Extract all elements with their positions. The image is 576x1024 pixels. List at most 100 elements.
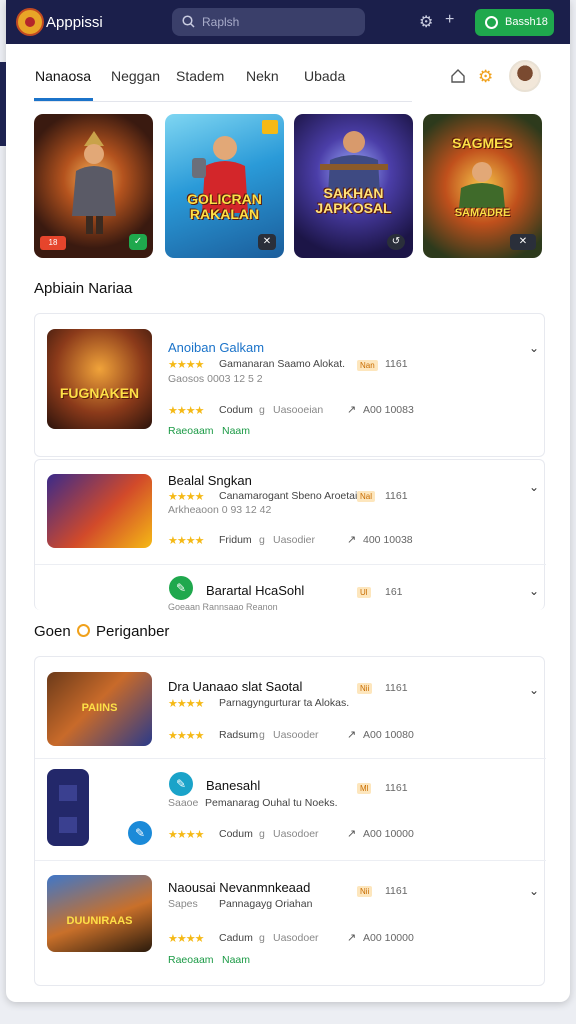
search-input[interactable]: Raplsh: [172, 8, 365, 36]
section-title-part-b: Periganber: [96, 623, 170, 640]
grid-icon: [59, 817, 77, 833]
chevron-down-icon[interactable]: ⌄: [529, 884, 539, 898]
divider: [35, 758, 546, 759]
share-count: 400 10038: [363, 534, 413, 546]
active-tab-indicator: [34, 98, 93, 101]
top-bar: Apppissi Raplsh ⚙ + Bassh18: [6, 0, 570, 44]
tool-icon: ✕: [258, 234, 276, 250]
app-thumbnail[interactable]: PAIINS: [47, 672, 152, 746]
grid-icon: [59, 785, 77, 801]
marker-g: g: [259, 828, 265, 840]
count-value: 1161: [385, 490, 408, 502]
chevron-down-icon[interactable]: ⌄: [529, 341, 539, 355]
star-rating: ★★★★: [168, 933, 204, 945]
count-value: 1161: [385, 682, 408, 694]
tab-1[interactable]: Nanaosa: [35, 68, 91, 84]
thumbnail-title: DUUNIRAAS: [66, 915, 133, 927]
add-icon[interactable]: +: [445, 11, 454, 29]
rating-label: Codum: [219, 828, 253, 840]
app-subtext: Arkheaoon 0 93 12 42: [168, 504, 272, 516]
list-panel-2: Bealal Sngkan ⌄ ★★★★ Canamarogant Sbeno …: [34, 459, 546, 612]
category-label: Uasooder: [273, 729, 319, 741]
age-badge: 18: [40, 236, 66, 250]
chevron-down-icon[interactable]: ⌄: [529, 683, 539, 697]
app-title[interactable]: Naousai Nevanmnkeaad: [168, 880, 310, 895]
hero-figure: [72, 131, 116, 234]
tag-badge: Ul: [357, 587, 371, 598]
star-rating: ★★★★: [168, 698, 204, 710]
tag-badge: Nan: [357, 360, 378, 371]
app-title[interactable]: Banesahl: [206, 778, 260, 793]
link-a[interactable]: Raeoaam: [168, 954, 214, 966]
pencil-icon: ✎: [128, 821, 152, 845]
rating-label: Fridum: [219, 534, 252, 546]
featured-card-2[interactable]: GOLICRAN RAKALAN ✕: [165, 114, 284, 258]
star-rating: ★★★★: [168, 405, 204, 417]
app-title[interactable]: Anoiban Galkam: [168, 340, 264, 355]
share-icon[interactable]: ↗: [347, 827, 356, 840]
marker-g: g: [259, 534, 265, 546]
app-title[interactable]: Bealal Sngkan: [168, 473, 252, 488]
chevron-down-icon[interactable]: ⌄: [529, 480, 539, 494]
tab-4[interactable]: Nekn: [246, 68, 279, 84]
share-icon[interactable]: ↗: [347, 931, 356, 944]
thumbnail-title: FUGNAKEN: [59, 385, 140, 401]
search-icon: [182, 15, 195, 28]
section-title-part-a: Goen: [34, 623, 71, 640]
gear-icon[interactable]: ⚙: [478, 67, 493, 87]
tag-badge: Nii: [357, 886, 373, 897]
app-title[interactable]: Dra Uanaao slat Saotal: [168, 679, 302, 694]
app-description: Canamarogant Sbeno Aroetai.: [219, 490, 361, 502]
count-value: 1161: [385, 782, 408, 794]
card-title: SAGMES: [452, 135, 513, 151]
edit-icon: ✎: [169, 772, 193, 796]
wrench-icon: ✎: [169, 576, 193, 600]
tab-2[interactable]: Neggan: [111, 68, 160, 84]
share-count: A00 10083: [363, 404, 414, 416]
app-thumbnail[interactable]: DUUNIRAAS: [47, 875, 152, 952]
app-thumbnail[interactable]: [47, 769, 89, 846]
user-avatar[interactable]: [509, 60, 541, 92]
star-rating: ★★★★: [168, 359, 204, 371]
app-logo[interactable]: [16, 8, 44, 36]
star-rating: ★★★★: [168, 730, 204, 742]
section-title-1: Apbiain Nariaa: [34, 280, 133, 297]
share-icon[interactable]: ↗: [347, 533, 356, 546]
share-icon[interactable]: ↗: [347, 403, 356, 416]
link-b[interactable]: Naam: [222, 954, 250, 966]
share-icon[interactable]: ↗: [347, 728, 356, 741]
chevron-down-icon[interactable]: ⌄: [529, 584, 539, 598]
app-subtext: Goeaan Rannsaao Reanon: [168, 602, 278, 612]
star-rating: ★★★★: [168, 491, 204, 503]
tab-3[interactable]: Stadem: [176, 68, 224, 84]
share-count: A00 10000: [363, 932, 414, 944]
tag-badge: Ml: [357, 783, 372, 794]
card-subtitle: SAMADRE: [454, 207, 511, 219]
hero-figure: [459, 162, 505, 208]
link-b[interactable]: Naam: [222, 425, 250, 437]
list-panel-1: FUGNAKEN Anoiban Galkam ⌄ ★★★★ Gamanaran…: [34, 313, 545, 457]
share-count: A00 10000: [363, 828, 414, 840]
app-subtext: Gaosos 0003 12 5 2: [168, 373, 263, 385]
card-title: SAKHAN JAPKOSAL: [315, 185, 392, 216]
app-title[interactable]: Barartal HcaSohl: [206, 583, 304, 598]
link-a[interactable]: Raeoaam: [168, 425, 214, 437]
app-thumbnail[interactable]: [47, 474, 152, 548]
app-subtext: Sapes: [168, 898, 198, 910]
home-icon[interactable]: [450, 68, 466, 84]
app-description: Gamanaran Saamo Alokat.: [219, 358, 346, 370]
tab-bar: Nanaosa Neggan Stadem Nekn Ubada: [34, 60, 412, 102]
side-handle[interactable]: [0, 62, 6, 146]
featured-card-1[interactable]: 18 ✓: [34, 114, 153, 258]
settings-icon[interactable]: ⚙: [419, 12, 433, 32]
tab-5[interactable]: Ubada: [304, 68, 345, 84]
refresh-icon: ↺: [387, 234, 405, 250]
featured-card-4[interactable]: SAGMES SAMADRE ✕: [423, 114, 542, 258]
featured-card-3[interactable]: SAKHAN JAPKOSAL ↺: [294, 114, 413, 258]
app-thumbnail[interactable]: FUGNAKEN: [47, 329, 152, 429]
count-value: 1161: [385, 885, 408, 897]
tag-badge: Nii: [357, 683, 373, 694]
rating-label: Radsum: [219, 729, 259, 741]
section-title-2: Goen Periganber: [34, 623, 169, 640]
primary-action-button[interactable]: Bassh18: [475, 9, 554, 36]
